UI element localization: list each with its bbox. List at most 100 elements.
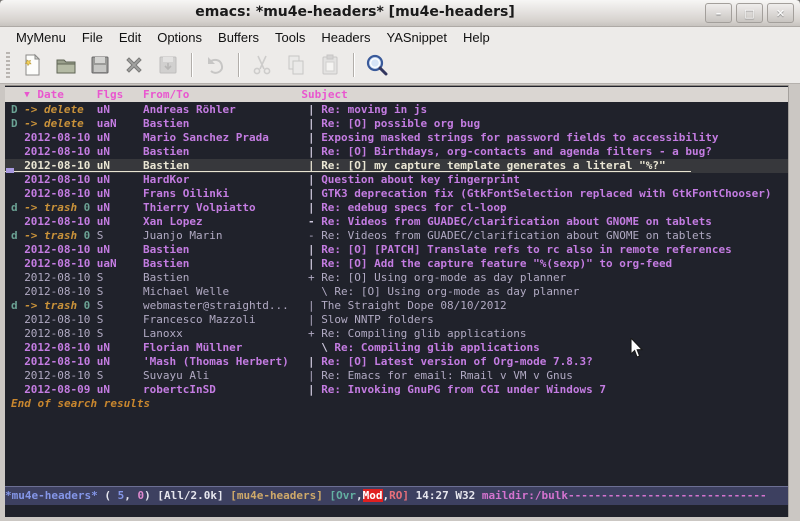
save-icon[interactable] (83, 50, 117, 80)
toolbar-grip-icon[interactable] (6, 52, 10, 78)
menu-item-tools[interactable]: Tools (267, 28, 313, 47)
new-file-icon[interactable] (15, 50, 49, 80)
message-row[interactable]: 2012-08-09uNrobertcInSD|Re: Invoking Gnu… (5, 383, 789, 397)
message-row[interactable]: d-> trash0Swebmaster@straightd...|The St… (5, 299, 789, 313)
from-cell: Andreas Röhler (143, 103, 236, 117)
message-row[interactable]: 2012-08-10SBastien+Re: [O] Using org-mod… (5, 271, 789, 285)
thread-prefix: | (308, 173, 315, 187)
sort-direction-icon[interactable]: ▼ (24, 88, 29, 102)
subject-cell: Re: Compiling glib applications (334, 341, 539, 355)
message-row[interactable]: 2012-08-10SSuvayu Ali|Re: Emacs for emai… (5, 369, 789, 383)
save-as-icon[interactable] (151, 50, 185, 80)
toolbar (0, 47, 800, 84)
from-cell: Mario Sanchez Prada (143, 131, 269, 145)
from-cell: Juanjo Marin (143, 229, 222, 243)
menu-item-edit[interactable]: Edit (111, 28, 149, 47)
modeline-seg-ro: RO] (389, 489, 409, 502)
headers-column-bar: ▼ Date Flgs From/To Subject (5, 87, 789, 102)
message-row[interactable]: 2012-08-10uNBastien|Re: [O] Birthdays, o… (5, 145, 789, 159)
subject-cell: Slow NNTP folders (321, 313, 434, 327)
maximize-button[interactable]: □ (736, 3, 763, 23)
menu-item-mymenu[interactable]: MyMenu (8, 28, 74, 47)
from-cell: Bastien (143, 271, 189, 285)
subject-cell: Re: [O] Latest version of Org-mode 7.8.3… (321, 355, 593, 369)
message-row[interactable]: 2012-08-10uNBastien|Re: [O] [PATCH] Tran… (5, 243, 789, 257)
message-row[interactable]: D-> deleteuaNBastien|Re: [O] possible or… (5, 117, 789, 131)
thread-prefix: | (308, 313, 315, 327)
search-icon[interactable] (360, 50, 394, 80)
window-title: emacs: *mu4e-headers* [mu4e-headers] (0, 4, 710, 20)
mark-char: d (11, 201, 18, 215)
message-row[interactable]: D-> deleteuNAndreas Röhler|Re: moving in… (5, 103, 789, 117)
date-cell: 2012-08-09 (24, 383, 90, 397)
thread-prefix: + (308, 271, 315, 285)
menu-item-help[interactable]: Help (455, 28, 498, 47)
menu-item-buffers[interactable]: Buffers (210, 28, 267, 47)
close-button[interactable]: ✕ (767, 3, 794, 23)
message-row[interactable]: 2012-08-10uNFlorian Müllner\Re: Compilin… (5, 341, 789, 355)
message-row[interactable]: d-> trash0uNThierry Volpiatto|Re: edebug… (5, 201, 789, 215)
copy-icon[interactable] (279, 50, 313, 80)
from-cell: Bastien (143, 243, 189, 257)
minimize-button[interactable]: – (705, 3, 732, 23)
titlebar[interactable]: emacs: *mu4e-headers* [mu4e-headers] –□✕ (0, 0, 800, 27)
message-row[interactable]: 2012-08-10SFrancesco Mazzoli|Slow NNTP f… (5, 313, 789, 327)
modeline-seg-plain: ) (144, 489, 157, 502)
menu-item-headers[interactable]: Headers (313, 28, 378, 47)
message-row[interactable]: 2012-08-10uaNBastien|Re: [O] Add the cap… (5, 257, 789, 271)
subject-cell: Re: Invoking GnuPG from CGI under Window… (321, 383, 606, 397)
message-row[interactable]: 2012-08-10uNMario Sanchez Prada|Exposing… (5, 131, 789, 145)
from-cell: HardKor (143, 173, 189, 187)
size-cell: 0 (84, 229, 91, 243)
menu-item-file[interactable]: File (74, 28, 111, 47)
flags-cell: uN (97, 187, 110, 201)
flags-cell: uN (97, 243, 110, 257)
from-cell: Francesco Mazzoli (143, 313, 256, 327)
menu-item-options[interactable]: Options (149, 28, 210, 47)
message-row[interactable]: 2012-08-10uNFrans Oilinki|GTK3 deprecati… (5, 187, 789, 201)
scrollbar[interactable] (788, 85, 800, 517)
message-row[interactable]: 2012-08-10uNHardKor|Question about key f… (5, 173, 789, 187)
message-row[interactable]: d-> trash0SJuanjo Marin-Re: Videos from … (5, 229, 789, 243)
column-header-flgs[interactable]: Flgs (97, 88, 124, 102)
subject-cell: Re: [O] Birthdays, org-contacts and agen… (321, 145, 712, 159)
mark-action: -> trash (24, 299, 77, 313)
modeline[interactable]: *mu4e-headers* ( 5, 0) [All/2.0k] [mu4e-… (5, 486, 789, 505)
message-row[interactable]: 2012-08-10uNBastien|Re: [O] my capture t… (5, 159, 789, 173)
column-header-fromto[interactable]: From/To (143, 88, 189, 102)
thread-prefix: \ (321, 341, 328, 355)
date-cell: 2012-08-10 (24, 341, 90, 355)
date-cell: 2012-08-10 (24, 243, 90, 257)
toolbar-separator (353, 53, 354, 77)
undo-icon[interactable] (198, 50, 232, 80)
flags-cell: uN (97, 103, 110, 117)
paste-icon[interactable] (313, 50, 347, 80)
flags-cell: uN (97, 131, 110, 145)
from-cell: Suvayu Ali (143, 369, 209, 383)
mouse-pointer-icon (630, 338, 644, 364)
thread-prefix: | (308, 383, 315, 397)
cut-icon[interactable] (245, 50, 279, 80)
column-header-date[interactable]: Date (37, 88, 64, 102)
size-cell: 0 (84, 299, 91, 313)
text-cursor (6, 168, 14, 173)
message-row[interactable]: 2012-08-10uNXan Lopez-Re: Videos from GU… (5, 215, 789, 229)
mark-char: d (11, 229, 18, 243)
message-row[interactable]: 2012-08-10uN'Mash (Thomas Herbert)|Re: [… (5, 355, 789, 369)
menu-item-yasnippet[interactable]: YASnippet (378, 28, 454, 47)
date-cell: 2012-08-10 (24, 369, 90, 383)
flags-cell: uN (97, 341, 110, 355)
subject-cell: Exposing masked strings for password fie… (321, 131, 718, 145)
subject-cell: Re: Emacs for email: Rmail v VM v Gnus (321, 369, 573, 383)
thread-prefix: - (308, 215, 315, 229)
message-row[interactable]: 2012-08-10SMichael Welle\Re: [O] Using o… (5, 285, 789, 299)
message-row[interactable]: 2012-08-10SLanoxx+Re: Compiling glib app… (5, 327, 789, 341)
flags-cell: uN (97, 145, 110, 159)
from-cell: Bastien (143, 117, 189, 131)
modeline-seg-dashes: ------------------------------ (568, 489, 767, 502)
modeline-seg-plain: 14:27 W32 (409, 489, 482, 502)
delete-icon[interactable] (117, 50, 151, 80)
open-folder-icon[interactable] (49, 50, 83, 80)
column-header-subject[interactable]: Subject (301, 88, 347, 102)
mark-char: D (11, 103, 18, 117)
